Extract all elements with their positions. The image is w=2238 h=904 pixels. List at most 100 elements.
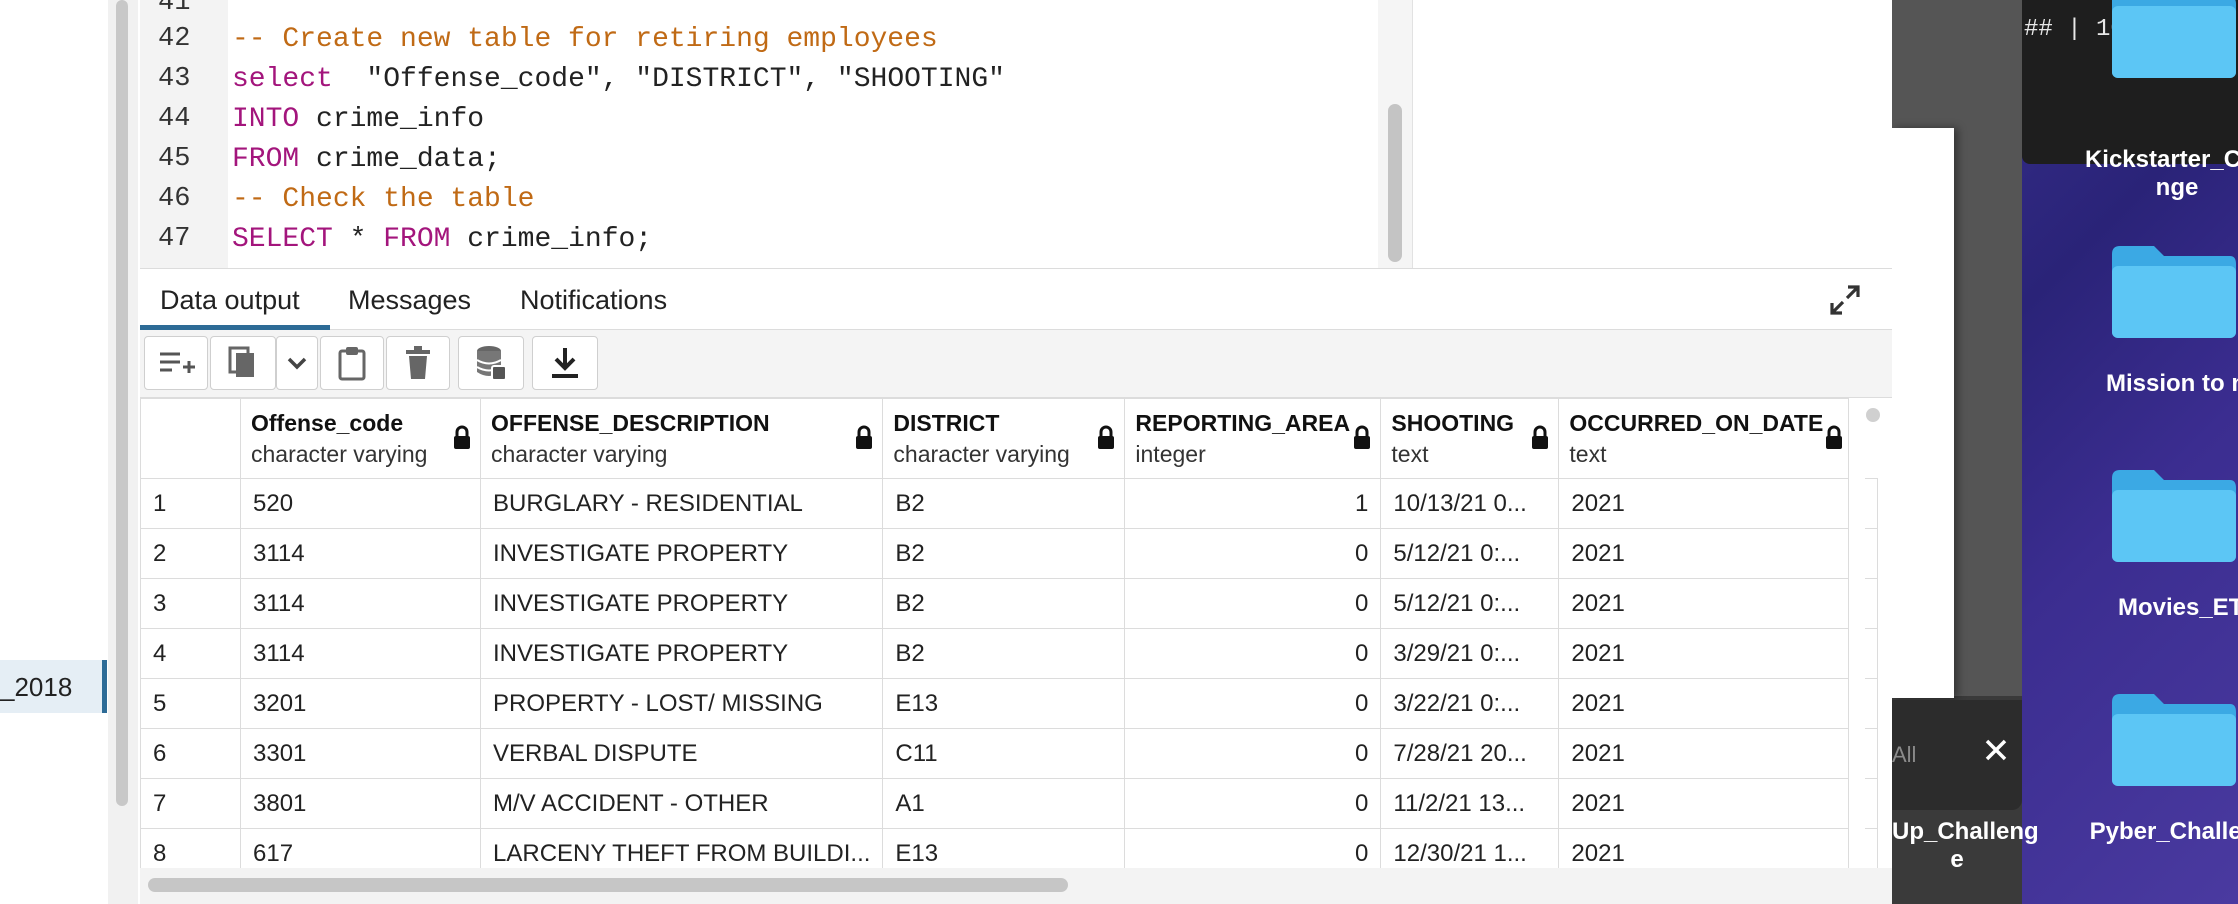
copy-button[interactable]: [210, 336, 276, 390]
table-cell[interactable]: 2021: [1558, 578, 1854, 629]
table-cell[interactable]: 0: [1124, 828, 1382, 868]
table-cell[interactable]: 3/22/21 0:...: [1380, 678, 1560, 729]
table-cell[interactable]: E13: [882, 828, 1126, 868]
paste-button[interactable]: [320, 336, 384, 390]
table-cell[interactable]: 3/29/21 0:...: [1380, 628, 1560, 679]
table-cell[interactable]: 1: [1124, 478, 1382, 529]
table-cell[interactable]: 3114: [240, 628, 481, 679]
table-cell[interactable]: 0: [1124, 628, 1382, 679]
save-data-button[interactable]: [458, 336, 524, 390]
table-row[interactable]: 2 3114 INVESTIGATE PROPERTY B2 0 5/12/21 0:..…: [140, 528, 1879, 579]
table-cell[interactable]: 520: [240, 478, 481, 529]
table-row[interactable]: 6 3301 VERBAL DISPUTE C11 0 7/28/21 20... 2021: [140, 728, 1879, 779]
table-cell[interactable]: B2: [882, 628, 1126, 679]
table-cell[interactable]: 2021: [1558, 828, 1854, 868]
tab-notifications[interactable]: Notifications: [520, 285, 667, 316]
column-name: OFFENSE_DESCRIPTION: [491, 409, 770, 436]
table-row[interactable]: 7 3801 M/V ACCIDENT - OTHER A1 0 11/2/21 13..…: [140, 778, 1879, 829]
editor-side-area: [1412, 0, 1893, 268]
table-cell[interactable]: 2021: [1558, 528, 1854, 579]
table-row[interactable]: 1 520 BURGLARY - RESIDENTIAL B2 1 10/13/21 0.…: [140, 478, 1879, 529]
table-cell[interactable]: 3201: [240, 678, 481, 729]
editor-scrollbar-thumb[interactable]: [1388, 104, 1402, 262]
row-number[interactable]: 7: [140, 778, 241, 829]
column-type: text: [1569, 440, 1607, 467]
tab-messages[interactable]: Messages: [348, 285, 471, 316]
editor-scrollbar[interactable]: [1378, 0, 1412, 268]
table-cell[interactable]: INVESTIGATE PROPERTY: [479, 628, 884, 679]
table-cell[interactable]: PROPERTY - LOST/ MISSING: [479, 678, 884, 729]
table-cell[interactable]: E13: [882, 678, 1126, 729]
grid-horizontal-scrollbar[interactable]: [140, 868, 1892, 904]
add-row-button[interactable]: [144, 336, 208, 390]
table-cell[interactable]: 11/2/21 13...: [1380, 778, 1560, 829]
sql-keyword: SELECT: [232, 224, 333, 255]
table-cell[interactable]: B2: [882, 528, 1126, 579]
table-cell[interactable]: INVESTIGATE PROPERTY: [479, 578, 884, 629]
row-number[interactable]: 4: [140, 628, 241, 679]
table-cell[interactable]: 3301: [240, 728, 481, 779]
table-cell[interactable]: B2: [882, 478, 1126, 529]
table-cell[interactable]: BURGLARY - RESIDENTIAL: [479, 478, 884, 529]
column-name: SHOOTING: [1391, 409, 1515, 436]
table-cell[interactable]: LARCENY THEFT FROM BUILDI...: [479, 828, 884, 868]
sql-editor[interactable]: 41 42 43 44 45 46 47 -- Create new table…: [140, 0, 1412, 268]
table-cell[interactable]: 0: [1124, 728, 1382, 779]
table-cell[interactable]: 0: [1124, 778, 1382, 829]
tree-scrollbar-thumb[interactable]: [116, 0, 128, 806]
row-number[interactable]: 5: [140, 678, 241, 729]
copy-options-dropdown[interactable]: [276, 336, 318, 390]
tree-scrollbar[interactable]: [108, 0, 138, 904]
table-cell[interactable]: C11: [882, 728, 1126, 779]
table-cell[interactable]: 12/30/21 1...: [1380, 828, 1560, 868]
row-number-header: [140, 398, 241, 479]
download-button[interactable]: [532, 336, 598, 390]
expand-icon[interactable]: [1828, 283, 1862, 317]
row-number[interactable]: 6: [140, 728, 241, 779]
table-cell[interactable]: 0: [1124, 528, 1382, 579]
row-number[interactable]: 2: [140, 528, 241, 579]
table-cell[interactable]: 2021: [1558, 478, 1854, 529]
column-header[interactable]: DISTRICT character varying: [882, 398, 1126, 479]
table-cell[interactable]: B2: [882, 578, 1126, 629]
table-row[interactable]: 5 3201 PROPERTY - LOST/ MISSING E13 0 3/22/21…: [140, 678, 1879, 729]
column-type: character varying: [893, 440, 1070, 467]
tree-item-selected[interactable]: _2018: [0, 660, 107, 713]
grid-vertical-scrollbar[interactable]: [1866, 408, 1880, 422]
grid-scrollbar-thumb[interactable]: [148, 878, 1068, 892]
table-cell[interactable]: 3801: [240, 778, 481, 829]
table-cell[interactable]: M/V ACCIDENT - OTHER: [479, 778, 884, 829]
table-cell[interactable]: A1: [882, 778, 1126, 829]
table-cell[interactable]: 2021: [1558, 728, 1854, 779]
tab-data-output[interactable]: Data output: [160, 285, 300, 316]
column-header[interactable]: SHOOTING text: [1380, 398, 1560, 479]
notification-all-label[interactable]: All: [1892, 742, 1916, 768]
row-number[interactable]: 1: [140, 478, 241, 529]
table-cell[interactable]: 10/13/21 0...: [1380, 478, 1560, 529]
table-cell[interactable]: 0: [1124, 678, 1382, 729]
table-cell[interactable]: VERBAL DISPUTE: [479, 728, 884, 779]
close-icon[interactable]: [1982, 736, 2010, 764]
table-cell[interactable]: INVESTIGATE PROPERTY: [479, 528, 884, 579]
column-header[interactable]: OFFENSE_DESCRIPTION character varying: [479, 398, 884, 479]
column-header[interactable]: Offense_code character varying: [240, 398, 481, 479]
table-cell[interactable]: 7/28/21 20...: [1380, 728, 1560, 779]
table-cell[interactable]: 2021: [1558, 778, 1854, 829]
table-cell[interactable]: 3114: [240, 528, 481, 579]
row-number[interactable]: 3: [140, 578, 241, 629]
table-cell[interactable]: 5/12/21 0:...: [1380, 528, 1560, 579]
table-cell[interactable]: 617: [240, 828, 481, 868]
table-row[interactable]: 4 3114 INVESTIGATE PROPERTY B2 0 3/29/21 0:..…: [140, 628, 1879, 679]
column-header[interactable]: REPORTING_AREA integer: [1124, 398, 1382, 479]
table-cell[interactable]: 3114: [240, 578, 481, 629]
delete-button[interactable]: [386, 336, 450, 390]
table-cell[interactable]: 5/12/21 0:...: [1380, 578, 1560, 629]
table-row[interactable]: 3 3114 INVESTIGATE PROPERTY B2 0 5/12/21 0:..…: [140, 578, 1879, 629]
table-cell[interactable]: 2021: [1558, 678, 1854, 729]
column-header[interactable]: OCCURRED_ON_DATE text: [1558, 398, 1854, 479]
table-cell[interactable]: 0: [1124, 578, 1382, 629]
table-cell[interactable]: 2021: [1558, 628, 1854, 679]
row-number[interactable]: 8: [140, 828, 241, 868]
results-grid: Offense_code character varying OFFENSE_DE…: [140, 398, 1892, 868]
table-row[interactable]: 8 617 LARCENY THEFT FROM BUILDI... E13 0 12/3…: [140, 828, 1879, 868]
